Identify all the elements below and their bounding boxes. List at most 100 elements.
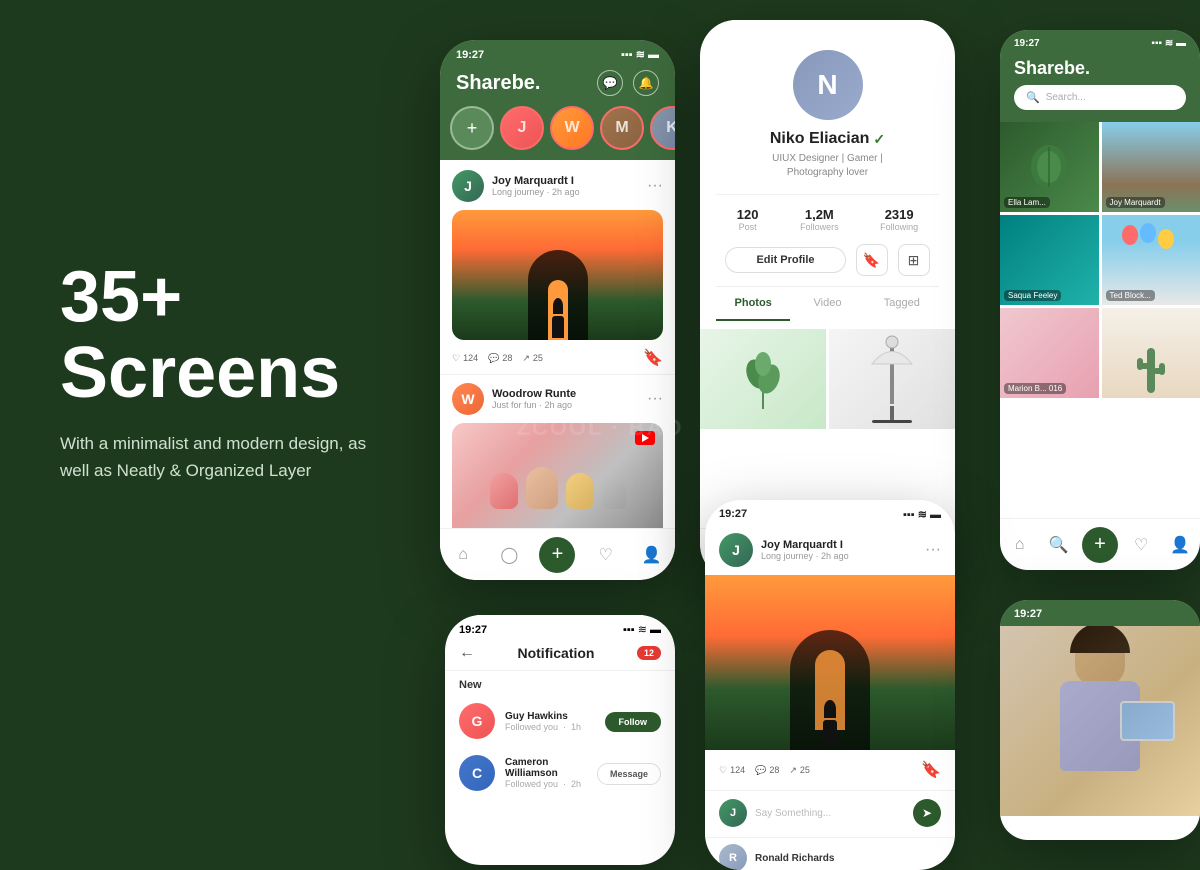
post-header-2: W Woodrow Runte Just for fun · 2h ago ··… bbox=[452, 383, 663, 415]
pd-bookmark[interactable]: 🔖 bbox=[921, 760, 941, 780]
shares-action[interactable]: ↗ 25 bbox=[522, 353, 543, 364]
profile-header: N Niko Eliacian ✓ UIUX Designer | Gamer … bbox=[700, 30, 955, 286]
pd-likes[interactable]: ♡ 124 bbox=[719, 765, 745, 776]
bio-line-2: Photography lover bbox=[772, 166, 883, 180]
story-avatar-4[interactable]: K bbox=[650, 106, 675, 150]
comment-avatar: J bbox=[719, 799, 747, 827]
notif-signal: ▪▪▪ ≋ ▬ bbox=[623, 623, 661, 636]
explore-header: Sharebe. 🔍 Search... bbox=[1000, 54, 1200, 122]
stories-row: + J W M K L bbox=[440, 106, 675, 160]
home-nav[interactable]: ⌂ bbox=[447, 539, 479, 571]
app-title-feed: Sharebe. bbox=[456, 72, 540, 95]
bell-icon[interactable]: 🔔 bbox=[633, 70, 659, 96]
notif-name-1: Guy Hawkins bbox=[505, 711, 581, 722]
body-large bbox=[823, 720, 837, 746]
notif-user-info-1: Guy Hawkins Followed you · 1h bbox=[505, 711, 581, 732]
pd-shares[interactable]: ↗ 25 bbox=[789, 765, 810, 776]
headline-text: 35+ Screens bbox=[60, 257, 340, 413]
sunset-scene bbox=[452, 210, 663, 340]
tab-tagged[interactable]: Tagged bbox=[865, 287, 939, 321]
youtube-icon bbox=[635, 431, 655, 445]
story-avatar-3[interactable]: M bbox=[600, 106, 644, 150]
profile-name: Niko Eliacian bbox=[770, 130, 870, 148]
chat-icon[interactable]: 💬 bbox=[597, 70, 623, 96]
subtext-text: With a minimalist and modern design, as … bbox=[60, 434, 366, 479]
bottom-nav-explore: ⌂ 🔍 + ♡ 👤 bbox=[1000, 518, 1200, 570]
follow-btn-1[interactable]: Follow bbox=[605, 712, 662, 730]
body bbox=[552, 316, 564, 338]
post-menu-1[interactable]: ··· bbox=[647, 177, 663, 195]
phone-explore: 19:27 ▪▪▪ ≋ ▬ Sharebe. 🔍 Search... Ella … bbox=[1000, 30, 1200, 570]
back-btn[interactable]: ← bbox=[459, 644, 475, 662]
tab-photos[interactable]: Photos bbox=[716, 287, 790, 321]
plant-svg bbox=[743, 344, 783, 414]
bookmark-icon[interactable]: 🔖 bbox=[856, 244, 888, 276]
comment-input[interactable]: Say Something... bbox=[755, 808, 905, 819]
profile-nav[interactable]: 👤 bbox=[636, 539, 668, 571]
following-count: 2319 bbox=[880, 207, 918, 222]
story-status-bar: 19:27 bbox=[1000, 600, 1200, 626]
balloon-blue bbox=[1140, 223, 1156, 243]
following-label: Following bbox=[880, 222, 918, 232]
char-4 bbox=[602, 479, 626, 509]
following-stat: 2319 Following bbox=[880, 207, 918, 232]
explore-cell-3[interactable]: Saqua Feeley bbox=[1000, 215, 1099, 305]
story-avatar-1[interactable]: J bbox=[500, 106, 544, 150]
notif-badge: 12 bbox=[637, 646, 661, 660]
search-bar[interactable]: 🔍 Search... bbox=[1014, 85, 1186, 110]
pd-comments[interactable]: 💬 28 bbox=[755, 765, 779, 776]
home-nav-e[interactable]: ⌂ bbox=[1004, 529, 1036, 561]
explore-cell-5[interactable]: Marion B... 016 bbox=[1000, 308, 1099, 398]
search-nav[interactable]: ◯ bbox=[493, 539, 525, 571]
search-nav-e[interactable]: 🔍 bbox=[1043, 529, 1075, 561]
photo-grid bbox=[700, 321, 955, 429]
grid-icon[interactable]: ⊞ bbox=[898, 244, 930, 276]
explore-grid: Ella Lam... Joy Marquardt Saqua Feeley T… bbox=[1000, 122, 1200, 398]
story-avatar-2[interactable]: W bbox=[550, 106, 594, 150]
pd-menu[interactable]: ··· bbox=[925, 541, 941, 559]
post-menu-2[interactable]: ··· bbox=[647, 390, 663, 408]
likes-action[interactable]: ♡ 124 bbox=[452, 353, 478, 364]
notif-avatar-1: G bbox=[459, 703, 495, 739]
explore-cell-4[interactable]: Ted Block... bbox=[1102, 215, 1200, 305]
pd-post-user: J Joy Marquardt I Long journey · 2h ago bbox=[719, 533, 849, 567]
photo-plant bbox=[700, 329, 826, 429]
post-username-2: Woodrow Runte bbox=[492, 388, 576, 400]
tab-video[interactable]: Video bbox=[790, 287, 864, 321]
posts-count: 120 bbox=[737, 207, 759, 222]
balloon-yellow bbox=[1158, 229, 1174, 249]
studio-svg bbox=[862, 334, 922, 424]
comments-action[interactable]: 💬 28 bbox=[488, 353, 512, 364]
left-content: 35+ Screens With a minimalist and modern… bbox=[60, 260, 400, 484]
verified-badge: ✓ bbox=[873, 131, 885, 148]
profile-nav-e[interactable]: 👤 bbox=[1164, 529, 1196, 561]
create-nav[interactable]: + bbox=[539, 537, 575, 573]
send-btn[interactable]: ➤ bbox=[913, 799, 941, 827]
heart-nav-e[interactable]: ♡ bbox=[1125, 529, 1157, 561]
edit-profile-btn[interactable]: Edit Profile bbox=[725, 247, 845, 273]
ronald-name-text: Ronald Richards bbox=[755, 853, 834, 864]
bookmark-action[interactable]: 🔖 bbox=[643, 348, 663, 368]
balloon-red bbox=[1122, 225, 1138, 245]
explore-label-1: Ella Lam... bbox=[1004, 197, 1050, 208]
profile-tabs: Photos Video Tagged bbox=[716, 286, 939, 321]
followers-label: Followers bbox=[800, 222, 839, 232]
notif-title: Notification bbox=[517, 645, 594, 661]
bio-line-1: UIUX Designer | Gamer | bbox=[772, 152, 883, 166]
status-bar-feed: 19:27 ▪▪▪ ≋ ▬ bbox=[440, 40, 675, 66]
heart-nav[interactable]: ♡ bbox=[590, 539, 622, 571]
add-story-btn[interactable]: + bbox=[450, 106, 494, 150]
create-nav-e[interactable]: + bbox=[1082, 527, 1118, 563]
explore-cell-2[interactable]: Joy Marquardt bbox=[1102, 122, 1200, 212]
explore-cell-6[interactable] bbox=[1102, 308, 1200, 398]
tablet-screen bbox=[1122, 703, 1173, 739]
profile-status-bar bbox=[700, 20, 955, 30]
search-icon: 🔍 bbox=[1026, 91, 1040, 104]
pd-avatar: J bbox=[719, 533, 753, 567]
pd-post-info: Joy Marquardt I Long journey · 2h ago bbox=[761, 539, 849, 561]
message-btn-1[interactable]: Message bbox=[597, 764, 661, 782]
followers-count: 1,2M bbox=[800, 207, 839, 222]
headline: 35+ Screens bbox=[60, 260, 400, 411]
explore-cell-1[interactable]: Ella Lam... bbox=[1000, 122, 1099, 212]
header-icons: 💬 🔔 bbox=[597, 70, 659, 96]
